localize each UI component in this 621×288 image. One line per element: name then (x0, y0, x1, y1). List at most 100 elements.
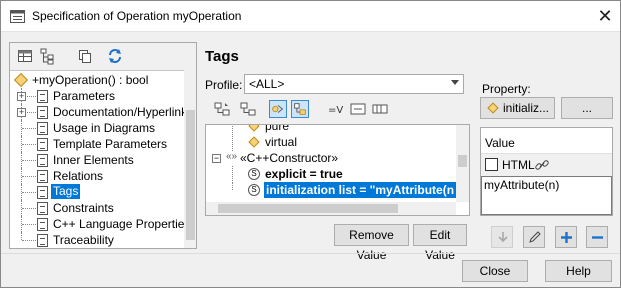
tree-item-constraints[interactable]: Constraints (10, 200, 184, 216)
expand-icon[interactable]: + (17, 108, 26, 117)
tag-row-label: «C++Constructor» (240, 151, 339, 165)
html-label: HTML (502, 158, 535, 172)
tree-guide (27, 96, 36, 97)
remove-value-button[interactable]: Remove Value (334, 224, 409, 262)
add-button[interactable] (555, 226, 577, 248)
edit-value-button[interactable]: Edit Value (413, 224, 467, 262)
more-button[interactable]: ... (561, 97, 613, 119)
tree-guide (232, 134, 233, 151)
tree-item-label: C++ Language Properties (53, 217, 184, 231)
tree-item-label: Tags (51, 184, 81, 199)
tree-guide (22, 208, 36, 209)
category-tree-scrollbar[interactable] (185, 70, 196, 248)
value-panel: Value HTML myAttribute(n) (480, 127, 613, 216)
page-title: Tags (205, 48, 239, 65)
show-derived-icon[interactable] (349, 100, 367, 118)
help-button[interactable]: Help (545, 260, 612, 282)
expand-all-icon[interactable] (213, 100, 231, 118)
tree-guide (22, 176, 36, 177)
table-options-icon[interactable] (371, 100, 389, 118)
scrollbar-thumb[interactable] (186, 110, 195, 240)
tree-guide (22, 128, 36, 129)
page-icon (37, 218, 48, 231)
tag-row-explicit[interactable]: S explicit = true (206, 166, 456, 183)
tree-item-inner-elements[interactable]: Inner Elements (10, 152, 184, 168)
category-toolbar (10, 43, 196, 69)
tag-row-virtual[interactable]: virtual (206, 134, 456, 151)
profile-combo-value: <ALL> (249, 77, 285, 91)
window-close-button[interactable]: ✕ (594, 5, 616, 27)
value-textarea[interactable]: myAttribute(n) (481, 176, 612, 215)
html-row: HTML (481, 154, 612, 176)
refresh-icon[interactable] (106, 47, 124, 65)
expand-icon[interactable]: + (17, 92, 26, 101)
svg-text:=V: =V (328, 105, 343, 116)
show-values-icon[interactable]: =V (327, 100, 345, 118)
tree-guide (22, 160, 36, 161)
tree-guide (21, 232, 22, 240)
collapse-icon[interactable]: − (212, 154, 221, 163)
property-diamond-icon (487, 102, 499, 114)
window-title: Specification of Operation myOperation (32, 9, 242, 23)
page-icon (37, 234, 48, 247)
tag-row-initialization-list[interactable]: S initialization list = "myAttribute(n (206, 182, 456, 199)
tree-item-usage[interactable]: Usage in Diagrams (10, 120, 184, 136)
scrollbar-thumb[interactable] (458, 155, 467, 167)
tree-item-template-params[interactable]: Template Parameters (10, 136, 184, 152)
profile-combo[interactable]: <ALL> (244, 74, 464, 94)
copy-icon[interactable] (76, 47, 94, 65)
tag-row-label: virtual (265, 135, 298, 149)
edit-button[interactable] (523, 226, 545, 248)
property-value: initializ... (503, 101, 550, 115)
tree-item-label: Traceability (53, 233, 114, 247)
tree-item-traceability[interactable]: Traceability (10, 232, 184, 248)
tag-row-label: explicit = true (265, 167, 343, 181)
property-label: Property: (482, 82, 531, 96)
remove-button[interactable] (586, 226, 608, 248)
stereotype-icon: «» (226, 151, 238, 162)
tag-value-icon: S (248, 168, 260, 180)
page-icon (37, 186, 48, 199)
title-bar: Specification of Operation myOperation ✕ (1, 1, 620, 32)
tree-guide (232, 166, 233, 183)
tree-view-icon[interactable] (39, 47, 57, 65)
page-icon (37, 202, 48, 215)
tree-guide (27, 112, 36, 113)
tree-item-parameters[interactable]: + Parameters (10, 88, 184, 104)
tags-tree-vscrollbar[interactable] (456, 125, 469, 202)
property-selector[interactable]: initializ... (480, 97, 555, 119)
value-header: Value (481, 128, 612, 154)
tree-item-label: Parameters (53, 89, 116, 103)
minus-icon (592, 236, 603, 239)
tree-item-documentation[interactable]: + Documentation/Hyperlinks (10, 104, 184, 120)
tags-tree-hscrollbar[interactable] (206, 202, 456, 215)
html-checkbox[interactable] (485, 158, 498, 171)
tree-item-label: Template Parameters (53, 137, 168, 151)
link-icon[interactable] (534, 157, 550, 173)
tree-item-relations[interactable]: Relations (10, 168, 184, 184)
scrollbar-thumb[interactable] (218, 204, 398, 213)
pencil-icon (529, 231, 541, 243)
table-view-icon[interactable] (16, 47, 34, 65)
move-down-button[interactable] (491, 226, 513, 248)
collapse-all-icon[interactable] (239, 100, 257, 118)
page-icon (37, 170, 48, 183)
window-app-icon (10, 10, 25, 23)
show-tags-icon[interactable] (269, 100, 287, 118)
tree-item-label: Constraints (53, 201, 114, 215)
chevron-down-icon (451, 80, 459, 85)
property-diamond-icon (248, 125, 260, 132)
tag-row-label: initialization list = "myAttribute(n (264, 182, 456, 198)
tag-row-stereotype[interactable]: − «» «C++Constructor» (206, 150, 456, 167)
tree-item-cpp-properties[interactable]: C++ Language Properties (10, 216, 184, 232)
tag-value-icon: S (248, 184, 260, 196)
tree-guide (22, 192, 36, 193)
tree-item-tags[interactable]: Tags (10, 184, 184, 200)
group-by-stereotype-icon[interactable] (291, 100, 309, 118)
tree-guide (232, 182, 233, 190)
close-button[interactable]: Close (462, 260, 528, 282)
category-panel: +myOperation() : bool + Parameters + Doc… (9, 42, 197, 249)
tree-root-item[interactable]: +myOperation() : bool (10, 72, 184, 88)
tree-item-label: Relations (53, 169, 104, 183)
tree-item-label: Documentation/Hyperlinks (53, 105, 184, 119)
